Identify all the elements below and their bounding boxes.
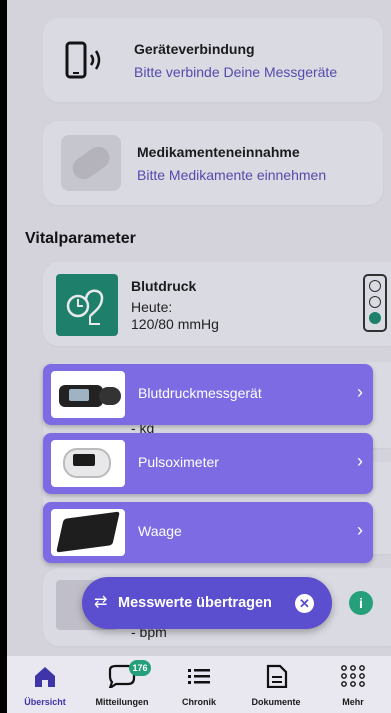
transfer-measurements-button[interactable]: ⇄ Messwerte übertragen ✕ xyxy=(82,577,332,629)
device-label-pulse-oximeter: Pulsoximeter xyxy=(138,454,219,470)
home-icon xyxy=(35,667,55,687)
tab-overview[interactable]: Übersicht xyxy=(7,656,83,713)
tab-label-more: Mehr xyxy=(342,697,364,707)
messages-badge: 176 xyxy=(129,660,151,676)
list-icon xyxy=(188,669,210,684)
tab-history[interactable]: Chronik xyxy=(161,656,237,713)
blood-pressure-monitor-icon xyxy=(51,371,125,418)
chevron-right-icon: › xyxy=(357,520,363,540)
info-icon[interactable]: i xyxy=(349,591,373,615)
device-label-scale: Waage xyxy=(138,523,182,539)
bottom-tab-bar: Übersicht 176 Mitteilungen Chronik Dokum… xyxy=(7,655,391,713)
tab-documents[interactable]: Dokumente xyxy=(238,656,314,713)
swap-arrows-icon: ⇄ xyxy=(94,594,108,611)
chevron-right-icon: › xyxy=(357,382,363,402)
device-item-pulse-oximeter[interactable]: Pulsoximeter › xyxy=(43,433,373,494)
scale-icon xyxy=(51,509,125,556)
pulse-oximeter-icon xyxy=(51,440,125,487)
device-item-blood-pressure[interactable]: Blutdruckmessgerät › xyxy=(43,364,373,425)
tab-messages[interactable]: 176 Mitteilungen xyxy=(84,656,160,713)
tab-label-messages: Mitteilungen xyxy=(95,697,149,707)
grid-icon xyxy=(341,665,365,687)
chevron-right-icon: › xyxy=(357,451,363,471)
screen: Geräteverbindung Bitte verbinde Deine Me… xyxy=(7,0,391,713)
device-item-scale[interactable]: Waage › xyxy=(43,502,373,563)
device-label-blood-pressure: Blutdruckmessgerät xyxy=(138,385,262,401)
close-icon[interactable]: ✕ xyxy=(295,594,314,613)
tab-more[interactable]: Mehr xyxy=(315,656,391,713)
document-icon xyxy=(266,664,288,688)
tab-label-documents: Dokumente xyxy=(251,697,301,707)
tab-label-overview: Übersicht xyxy=(24,697,66,707)
tab-label-history: Chronik xyxy=(181,697,216,707)
transfer-measurements-label: Messwerte übertragen xyxy=(118,595,272,611)
